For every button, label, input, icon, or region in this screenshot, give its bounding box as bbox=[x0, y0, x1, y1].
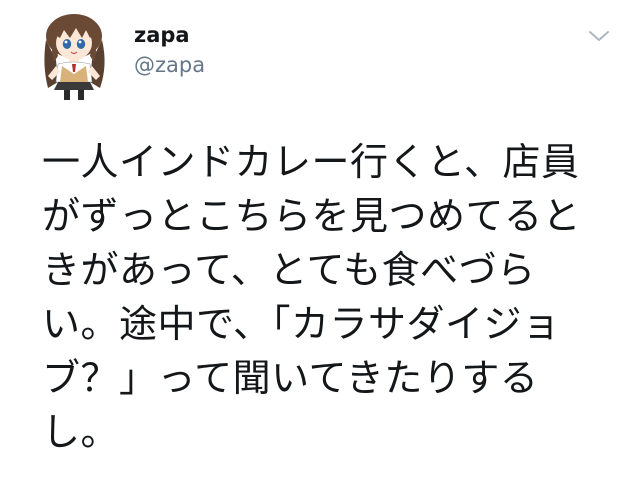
author-names: zapa @zapa bbox=[134, 22, 205, 80]
tweet-text-line: い。途中で、「カラサダイジョ bbox=[42, 302, 561, 346]
tweet-menu-button[interactable] bbox=[582, 24, 616, 48]
chevron-down-icon bbox=[589, 31, 609, 41]
tweet-text-line: し。 bbox=[42, 410, 120, 454]
anime-girl-avatar-icon bbox=[44, 14, 105, 100]
tweet-text-line: ブ？」って聞いてきたりする bbox=[42, 356, 539, 400]
tweet-card: zapa @zapa 一人インドカレー行くと、店員 がずっとこちらを見つめてると… bbox=[0, 0, 640, 500]
tweet-header: zapa @zapa bbox=[0, 0, 640, 110]
tweet-text-line: きがあって、とても食べづら bbox=[42, 248, 536, 292]
tweet-text-line: がずっとこちらを見つめてると bbox=[42, 194, 582, 238]
avatar[interactable] bbox=[32, 10, 116, 102]
author-display-name[interactable]: zapa bbox=[134, 22, 205, 48]
tweet-text-line: 一人インドカレー行くと、店員 bbox=[42, 140, 580, 184]
tweet-text: 一人インドカレー行くと、店員 がずっとこちらを見つめてると きがあって、とても食… bbox=[42, 135, 612, 459]
author-handle[interactable]: @zapa bbox=[134, 50, 205, 80]
